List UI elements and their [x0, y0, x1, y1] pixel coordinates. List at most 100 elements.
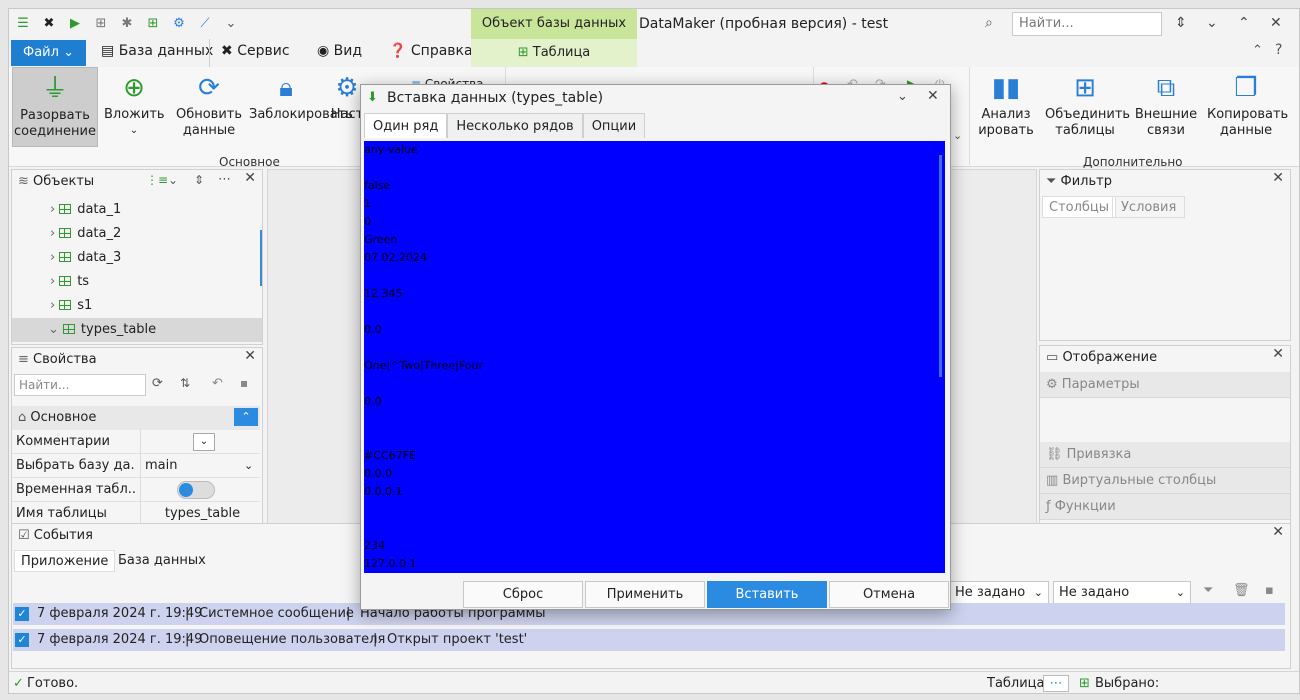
events-filter-select-1[interactable]: Не задано ⌄ [949, 581, 1049, 605]
menu-view[interactable]: ◉ Вид [317, 43, 362, 59]
close-icon[interactable]: ✕ [1272, 346, 1284, 362]
foreign-links-button[interactable]: ⧉ Внешние связи [1131, 67, 1201, 147]
chevron-down-icon[interactable]: ⌄ [1206, 15, 1218, 31]
menu-service[interactable]: ✖ Сервис [221, 43, 290, 59]
grid-icon[interactable]: ⊞ [91, 14, 111, 34]
trash-icon[interactable]: 🗑︎ [1233, 583, 1250, 598]
event-row[interactable]: ✓ 7 февраля 2024 г. 19:49 | Оповещение п… [13, 629, 1285, 651]
row-value-line[interactable]: 0.0.0 [364, 467, 392, 480]
events-filter-select-2[interactable]: Не задано ⌄ [1053, 581, 1191, 605]
tab-columns[interactable]: Столбцы [1042, 196, 1117, 218]
event-checkbox[interactable]: ✓ [15, 607, 29, 621]
chevron-down-icon[interactable]: ⌄ [168, 173, 178, 187]
disconnect-button[interactable]: ⏚ Разорвать соединение [12, 67, 98, 147]
tree-item-s1[interactable]: › s1 [12, 294, 262, 318]
search-input[interactable]: Найти... [1012, 12, 1162, 36]
tree-item-data_3[interactable]: › data_3 [12, 246, 262, 270]
display-item-virtual-columns[interactable]: ▥ Виртуальные столбцы [1040, 468, 1290, 494]
row-value-line[interactable]: any-value [364, 143, 418, 156]
search-icon[interactable]: ⌕ [985, 15, 993, 31]
close-icon[interactable]: ✕ [927, 88, 939, 104]
tab-conditions[interactable]: Условия [1112, 196, 1186, 218]
row-value-line[interactable]: 0.0.0.1 [364, 485, 402, 498]
row-value-line[interactable]: 1 [364, 197, 371, 210]
row-value-line[interactable]: 0 [364, 215, 371, 228]
row-value-line[interactable]: 0.0 [364, 395, 382, 408]
row-value-line[interactable]: false [364, 179, 390, 192]
display-item-params[interactable]: ⚙ Параметры [1040, 372, 1290, 398]
analyze-button[interactable]: ▮▮ Анализировать [975, 67, 1037, 147]
apply-button[interactable]: Применить [585, 581, 705, 608]
row-value-line[interactable]: 0.0 [364, 323, 382, 336]
chevron-down-icon[interactable]: ⌄ [221, 14, 241, 34]
save-icon[interactable]: ▪ [1265, 583, 1274, 598]
join-tables-button[interactable]: ⊞ Объединить таблицы [1045, 67, 1130, 147]
run-icon[interactable]: ▶ [65, 14, 85, 34]
close-icon[interactable]: ✕ [244, 348, 256, 364]
prop-row-database[interactable]: Выбрать базу да... main ⌄ [12, 454, 260, 478]
close-icon[interactable]: ✕ [1272, 170, 1284, 186]
close-icon[interactable]: ✕ [1270, 15, 1282, 31]
tab-application[interactable]: Приложение [14, 550, 116, 572]
context-tab-db-object[interactable]: Объект базы данных [471, 9, 637, 39]
tree-item-ts[interactable]: › ts [12, 270, 262, 294]
row-value-line[interactable]: 12.345 [364, 287, 403, 300]
tree-item-data_1[interactable]: › data_1 [12, 198, 262, 222]
gear-icon[interactable]: ⚙ [169, 14, 189, 34]
collapse-ribbon-icon[interactable]: ⌃ [1252, 43, 1263, 58]
more-icon[interactable]: ⋯ [218, 172, 231, 187]
context-subtab-table[interactable]: ⊞ Таблица [471, 39, 637, 67]
insert-button[interactable]: Вставить [707, 581, 827, 608]
row-values-editor[interactable]: any-value false 1 0 Green 07.02.2024 12.345 0.0… [364, 141, 945, 573]
chart-icon[interactable]: ⟋ [195, 14, 215, 34]
tab-single-row[interactable]: Один ряд [364, 113, 448, 138]
comments-dropdown[interactable]: ⌄ [193, 433, 215, 451]
chevron-up-icon[interactable]: ⌃ [1238, 15, 1250, 31]
menu-database[interactable]: ▤ База данных [101, 43, 213, 59]
scrollbar[interactable] [260, 230, 262, 286]
refresh-icon[interactable]: ⟳ [152, 376, 163, 391]
cancel-button[interactable]: Отмена [829, 581, 949, 608]
attach-button[interactable]: ⊕ Вложить ⌄ [104, 67, 165, 147]
updown-icon[interactable]: ⇕ [194, 173, 204, 187]
tab-database[interactable]: База данных [112, 550, 212, 572]
sparkle-icon[interactable]: ✱ [117, 14, 137, 34]
save-icon[interactable]: ▪ [240, 376, 248, 390]
collapse-section-button[interactable]: ⌃ [234, 408, 258, 426]
sort-icon[interactable]: ⇅ [180, 376, 190, 390]
display-item-binding[interactable]: ⛓ Привязка [1040, 442, 1290, 468]
refresh-data-button[interactable]: ⟳ Обновить данные [172, 67, 246, 147]
table-add-icon[interactable]: ⊞ [143, 14, 163, 34]
help-icon[interactable]: ? [1275, 42, 1282, 58]
reset-button[interactable]: Сброс [463, 581, 583, 608]
chevron-down-icon[interactable]: ⌄ [897, 89, 908, 104]
table-picker-button[interactable]: ⋯ [1043, 675, 1069, 692]
menu-help[interactable]: ❓ Справка [389, 43, 473, 59]
tree-item-types_table[interactable]: ⌄ types_table [12, 318, 262, 342]
properties-search-input[interactable]: Найти... [14, 374, 146, 396]
section-main[interactable]: ⌂ Основное [12, 406, 260, 430]
display-item-functions[interactable]: ƒ Функции [1040, 494, 1290, 520]
close-icon[interactable]: ✕ [1272, 524, 1284, 540]
row-value-line[interactable]: 127.0.0.1 [364, 557, 416, 570]
tab-multiple-rows[interactable]: Несколько рядов [447, 113, 583, 138]
close-icon[interactable]: ✕ [244, 170, 256, 186]
row-value-line[interactable]: #CC67FE [364, 449, 416, 462]
lock-button[interactable]: 🔒︎ Заблокировать [249, 67, 353, 147]
tree-item-data_2[interactable]: › data_2 [12, 222, 262, 246]
tree-view-icon[interactable]: ⋮≡ [146, 173, 168, 187]
temp-table-toggle[interactable] [177, 481, 215, 499]
row-value-line[interactable]: 07.02.2024 [364, 251, 427, 264]
event-checkbox[interactable]: ✓ [15, 633, 29, 647]
scrollbar[interactable] [939, 155, 942, 377]
row-value-line[interactable]: One|^Two|Three|Four [364, 359, 483, 372]
tools-icon[interactable]: ✖ [39, 14, 59, 34]
row-value-line[interactable]: 234 [364, 539, 385, 552]
tab-options[interactable]: Опции [582, 113, 646, 138]
file-menu-button[interactable]: Файл ⌄ [11, 40, 86, 66]
filter-icon[interactable]: ⏷ [1203, 583, 1213, 598]
undo-icon[interactable]: ↶ [212, 376, 223, 391]
chevron-down-icon[interactable]: ⌄ [953, 129, 962, 142]
updown-icon[interactable]: ⇕ [1175, 15, 1187, 31]
copy-data-button[interactable]: ❐ Копировать данные [1207, 67, 1288, 147]
